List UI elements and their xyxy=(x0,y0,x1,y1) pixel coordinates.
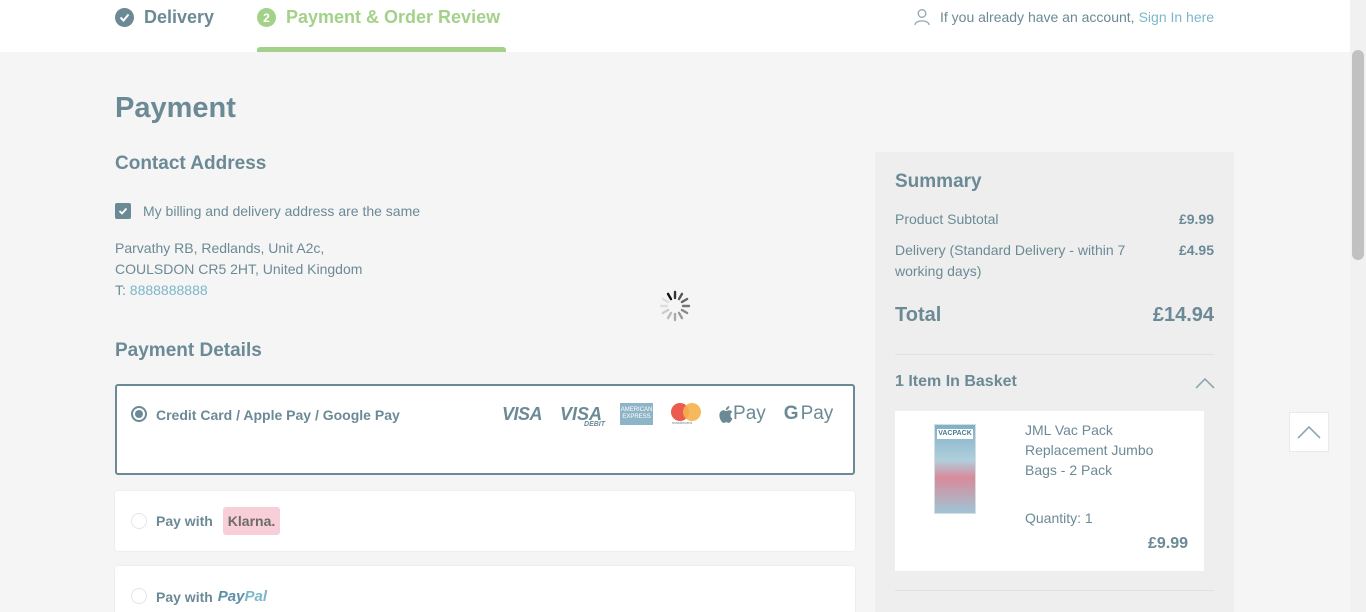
billing-same-checkbox[interactable] xyxy=(115,203,131,219)
visa-debit-logo: VISA DEBIT xyxy=(560,404,606,428)
apple-pay-logo: Pay xyxy=(719,403,766,425)
check-circle-icon xyxy=(115,8,134,27)
page-scrollbar[interactable] xyxy=(1350,0,1366,612)
sign-in-link[interactable]: Sign In here xyxy=(1139,9,1215,25)
product-image[interactable]: VACPACK xyxy=(934,424,976,514)
contact-address-title: Contact Address xyxy=(115,153,267,174)
address-phone: T: 8888888888 xyxy=(115,280,362,301)
back-to-top-button[interactable] xyxy=(1289,412,1329,452)
account-text: If you already have an account, xyxy=(940,9,1135,25)
card-logos: VISA VISA DEBIT AMERICAN EXPRESS masterc… xyxy=(502,403,834,428)
basket-item: VACPACK JML Vac Pack Replacement Jumbo B… xyxy=(895,411,1204,571)
card-radio[interactable] xyxy=(131,406,147,422)
amex-line-1: AMERICAN xyxy=(620,407,653,413)
product-price: £9.99 xyxy=(1147,535,1188,552)
paypal-logo-b: Pal xyxy=(244,588,268,605)
product-quantity: Quantity: 1 xyxy=(1025,510,1093,526)
payment-option-card[interactable]: Credit Card / Apple Pay / Google Pay VIS… xyxy=(115,384,855,475)
delivery-value: £4.95 xyxy=(1178,242,1214,258)
delivery-label: Delivery (Standard Delivery - within 7 w… xyxy=(895,242,1126,279)
product-image-brand: VACPACK xyxy=(937,429,973,439)
account-prompt: If you already have an account, Sign In … xyxy=(913,8,1214,26)
phone-link[interactable]: 8888888888 xyxy=(130,282,208,298)
page-title: Payment xyxy=(115,92,236,124)
total-label: Total xyxy=(895,304,942,326)
total-row: Total £14.94 xyxy=(895,304,1214,327)
payment-option-paypal[interactable]: Pay with PayPal xyxy=(115,566,855,612)
total-value: £14.94 xyxy=(1152,304,1214,326)
apple-pay-text: Pay xyxy=(733,403,766,424)
amex-logo: AMERICAN EXPRESS xyxy=(620,403,654,425)
summary-title: Summary xyxy=(895,171,982,192)
google-pay-logo: G Pay xyxy=(784,403,834,425)
paypal-logo: PayPal xyxy=(218,588,267,605)
address-line-2: COULSDON CR5 2HT, United Kingdom xyxy=(115,261,363,277)
billing-same-option[interactable]: My billing and delivery address are the … xyxy=(115,203,420,219)
delivery-row: Delivery (Standard Delivery - within 7 w… xyxy=(895,240,1214,282)
billing-same-label: My billing and delivery address are the … xyxy=(143,203,421,219)
active-step-underline xyxy=(257,47,506,52)
payment-option-klarna[interactable]: Pay with Klarna. xyxy=(115,491,855,551)
step-number: 2 xyxy=(257,8,276,27)
paypal-option-label: Pay with PayPal xyxy=(156,588,267,605)
loading-spinner-icon xyxy=(659,290,691,322)
visa-logo: VISA xyxy=(502,403,543,424)
klarna-pay-with: Pay with xyxy=(156,513,213,529)
subtotal-row: Product Subtotal £9.99 xyxy=(895,209,1214,230)
contact-address: Parvathy RB, Redlands, Unit A2c, COULSDO… xyxy=(115,238,362,301)
paypal-pay-with: Pay with xyxy=(156,588,213,605)
chevron-up-icon[interactable] xyxy=(1195,377,1215,389)
step-delivery-label: Delivery xyxy=(144,7,215,27)
summary-divider xyxy=(895,354,1214,355)
user-icon xyxy=(914,9,930,26)
subtotal-label: Product Subtotal xyxy=(895,211,999,227)
summary-divider-bottom xyxy=(895,590,1214,591)
subtotal-value: £9.99 xyxy=(1178,211,1214,227)
klarna-radio[interactable] xyxy=(131,513,147,529)
paypal-radio[interactable] xyxy=(131,588,147,604)
google-g-icon: G xyxy=(783,403,799,424)
order-summary: Summary Product Subtotal £9.99 Delivery … xyxy=(875,152,1234,612)
step-payment-label: Payment & Order Review xyxy=(286,7,501,27)
back-to-top-icon xyxy=(1297,425,1321,439)
klarna-logo: Klarna. xyxy=(222,507,281,535)
mastercard-text: mastercard xyxy=(672,420,693,425)
phone-prefix: T: xyxy=(115,282,126,298)
paypal-logo-a: Pay xyxy=(217,588,245,605)
amex-line-2: EXPRESS xyxy=(622,414,651,420)
mastercard-logo: mastercard xyxy=(671,403,702,425)
checkmark-icon xyxy=(118,207,128,215)
apple-icon xyxy=(719,405,733,423)
step-delivery[interactable]: Delivery xyxy=(115,0,214,52)
address-line-1: Parvathy RB, Redlands, Unit A2c, xyxy=(115,240,325,256)
step-payment-review[interactable]: 2 Payment & Order Review xyxy=(257,0,500,52)
visa-debit-subtext: DEBIT xyxy=(584,420,606,428)
product-name[interactable]: JML Vac Pack Replacement Jumbo Bags - 2 … xyxy=(1025,420,1155,480)
klarna-option-label: Pay with Klarna. xyxy=(156,507,281,535)
basket-title[interactable]: 1 Item In Basket xyxy=(895,373,1017,391)
checkout-header: Delivery 2 Payment & Order Review If you… xyxy=(0,0,1350,52)
google-pay-text: Pay xyxy=(800,403,834,424)
payment-details-title: Payment Details xyxy=(115,340,262,361)
card-option-label: Credit Card / Apple Pay / Google Pay xyxy=(156,407,400,423)
scrollbar-thumb[interactable] xyxy=(1352,50,1364,260)
